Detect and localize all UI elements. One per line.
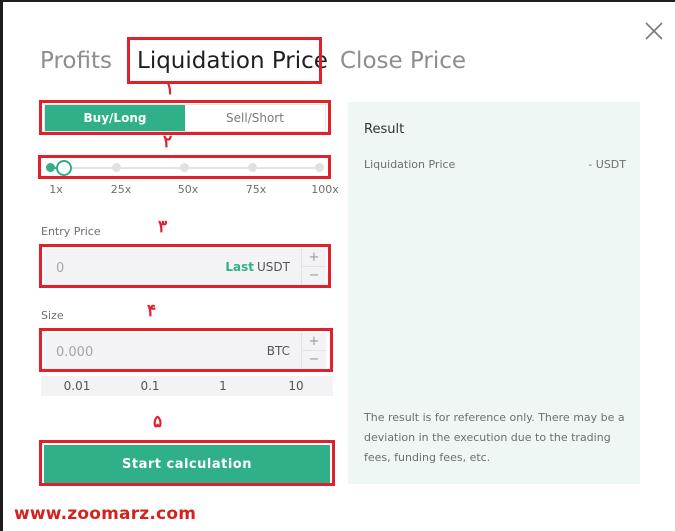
entry-price-field: LastUSDT + − — [44, 249, 326, 287]
plus-icon[interactable]: + — [302, 333, 326, 351]
minus-icon[interactable]: − — [302, 267, 326, 284]
direction-toggle: Buy/Long Sell/Short — [44, 104, 326, 132]
leverage-tick-labels: 1x 25x 50x 75x 100x — [44, 183, 344, 197]
quick-size-option[interactable]: 1 — [219, 379, 227, 393]
size-input[interactable] — [54, 333, 208, 371]
quick-size-option[interactable]: 0.01 — [64, 379, 91, 393]
entry-price-input[interactable] — [54, 249, 208, 287]
tick-label: 75x — [245, 183, 267, 196]
tab-profits[interactable]: Profits — [40, 48, 112, 74]
entry-price-unit: USDT — [257, 260, 290, 274]
calculator-dialog: Profits Liquidation Price Close Price ١ … — [0, 0, 675, 531]
tick-label: 1x — [49, 183, 63, 196]
window-edge-left — [0, 0, 3, 531]
slider-dot-100x[interactable] — [315, 163, 324, 172]
size-field: BTC + − — [44, 333, 326, 371]
quick-size-option[interactable]: 0.1 — [140, 379, 159, 393]
result-disclaimer: The result is for reference only. There … — [364, 411, 625, 464]
tab-close-price[interactable]: Close Price — [340, 48, 466, 74]
annotation-marker-1: ١ — [165, 79, 175, 99]
sell-short-button[interactable]: Sell/Short — [185, 105, 325, 131]
result-row-liquidation-price: Liquidation Price - USDT — [364, 158, 626, 171]
annotation-marker-2: ٢ — [163, 132, 173, 152]
slider-dot-25x[interactable] — [112, 163, 121, 172]
result-title: Result — [364, 122, 405, 137]
slider-handle[interactable] — [56, 160, 72, 176]
size-label: Size — [41, 309, 64, 322]
slider-dot-1x[interactable] — [46, 163, 55, 172]
slider-dot-75x[interactable] — [248, 163, 257, 172]
last-price-link[interactable]: Last — [225, 260, 254, 274]
annotation-marker-4: ۴ — [147, 301, 157, 321]
entry-price-stepper: + − — [301, 249, 326, 285]
tick-label: 25x — [110, 183, 132, 196]
plus-icon[interactable]: + — [302, 249, 326, 267]
watermark: www.zoomarz.com — [14, 504, 197, 524]
result-panel: Result Liquidation Price - USDT The resu… — [348, 102, 640, 484]
window-edge-top — [0, 0, 675, 2]
close-icon[interactable] — [643, 20, 665, 42]
quick-size-option[interactable]: 10 — [288, 379, 303, 393]
tick-label: 100x — [311, 183, 339, 196]
size-stepper: + − — [301, 333, 326, 369]
minus-icon[interactable]: − — [302, 351, 326, 368]
leverage-slider[interactable] — [44, 157, 326, 179]
annotation-marker-3: ٣ — [158, 217, 168, 237]
quick-size-row: 0.01 0.1 1 10 — [41, 376, 333, 396]
annotation-marker-5: ۵ — [153, 412, 163, 432]
size-unit: BTC — [266, 344, 290, 358]
tab-liquidation-price[interactable]: Liquidation Price — [137, 48, 328, 74]
entry-price-label: Entry Price — [41, 225, 101, 238]
start-calculation-button[interactable]: Start calculation — [44, 445, 330, 483]
tick-label: 50x — [177, 183, 199, 196]
entry-price-suffix: Last USDT — [225, 260, 290, 274]
result-row-label: Liquidation Price — [364, 158, 456, 171]
buy-long-button[interactable]: Buy/Long — [45, 105, 185, 131]
slider-dot-50x[interactable] — [180, 163, 189, 172]
result-row-value: - USDT — [588, 158, 626, 171]
